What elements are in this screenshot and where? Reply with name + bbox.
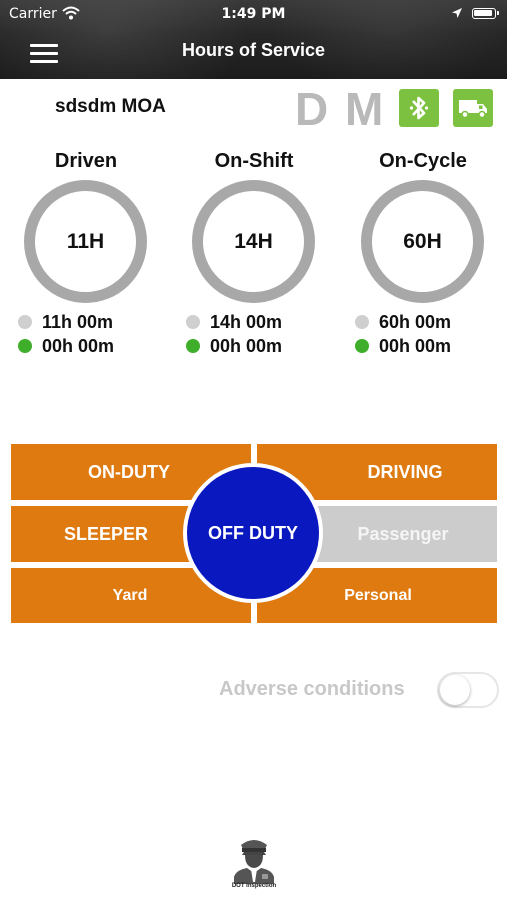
passenger-label: Passenger: [357, 523, 449, 544]
off-duty-button[interactable]: OFF DUTY: [183, 463, 323, 603]
sleeper-label: SLEEPER: [64, 523, 149, 544]
adverse-conditions-toggle[interactable]: [437, 672, 499, 708]
gray-dot-icon: [355, 315, 369, 329]
gauge-total-row: 11h 00m: [18, 312, 113, 333]
gauge-limit: 14H: [234, 229, 273, 253]
gauge-label: Driven: [54, 150, 118, 172]
gauge-remaining: 00h 00m: [379, 336, 452, 356]
truck-button[interactable]: [453, 89, 493, 127]
off-duty-label: OFF DUTY: [208, 522, 298, 543]
gauge-total-row: 14h 00m: [186, 312, 282, 333]
status-bar: Carrier 1:49 PM: [0, 4, 507, 24]
page-title: Hours of Service: [181, 40, 326, 60]
bluetooth-button[interactable]: [399, 89, 439, 127]
gauge-total-row: 60h 00m: [355, 312, 451, 333]
gauge-label: On-Cycle: [379, 150, 467, 172]
gauge-total: 11h 00m: [42, 312, 114, 332]
gauge-remaining: 00h 00m: [42, 336, 115, 356]
status-time: 1:49 PM: [221, 6, 286, 22]
gauge-total: 14h 00m: [210, 312, 283, 332]
on-duty-label: ON-DUTY: [88, 461, 170, 482]
dot-inspection-caption: DOT Inspection: [231, 883, 277, 889]
battery-icon: [472, 8, 499, 19]
gauge-remaining-row: 00h 00m: [355, 336, 451, 357]
gauge-label: On-Shift: [214, 150, 294, 172]
green-dot-icon: [355, 339, 369, 353]
driver-indicator-m: M: [345, 83, 384, 135]
personal-label: Personal: [344, 586, 412, 604]
gauge-remaining-row: 00h 00m: [18, 336, 114, 357]
gauge-total: 60h 00m: [379, 312, 452, 332]
gray-dot-icon: [186, 315, 200, 329]
gray-dot-icon: [18, 315, 32, 329]
gauge-remaining: 00h 00m: [210, 336, 283, 356]
gauge-ring: 60H: [361, 180, 484, 303]
driver-name: sdsdm MOA: [55, 96, 166, 117]
gauge-limit: 60H: [403, 229, 442, 253]
gauge-ring: 14H: [192, 180, 315, 303]
gauge-ring: 11H: [24, 180, 147, 303]
truck-icon: [459, 100, 487, 119]
gauge-limit: 11H: [66, 229, 105, 253]
toggle-knob: [440, 675, 470, 705]
location-arrow-icon: [451, 7, 463, 23]
bluetooth-icon: [409, 96, 429, 120]
green-dot-icon: [18, 339, 32, 353]
dot-inspection-button[interactable]: DOT Inspection: [228, 836, 280, 894]
green-dot-icon: [186, 339, 200, 353]
driving-label: DRIVING: [367, 461, 443, 482]
driver-indicator-d: D: [295, 83, 329, 135]
officer-icon: [234, 840, 274, 884]
yard-label: Yard: [112, 586, 148, 604]
adverse-conditions-label: Adverse conditions: [219, 678, 405, 700]
gauge-remaining-row: 00h 00m: [186, 336, 282, 357]
app-header: Carrier 1:49 PM Hours of Service: [0, 0, 507, 79]
